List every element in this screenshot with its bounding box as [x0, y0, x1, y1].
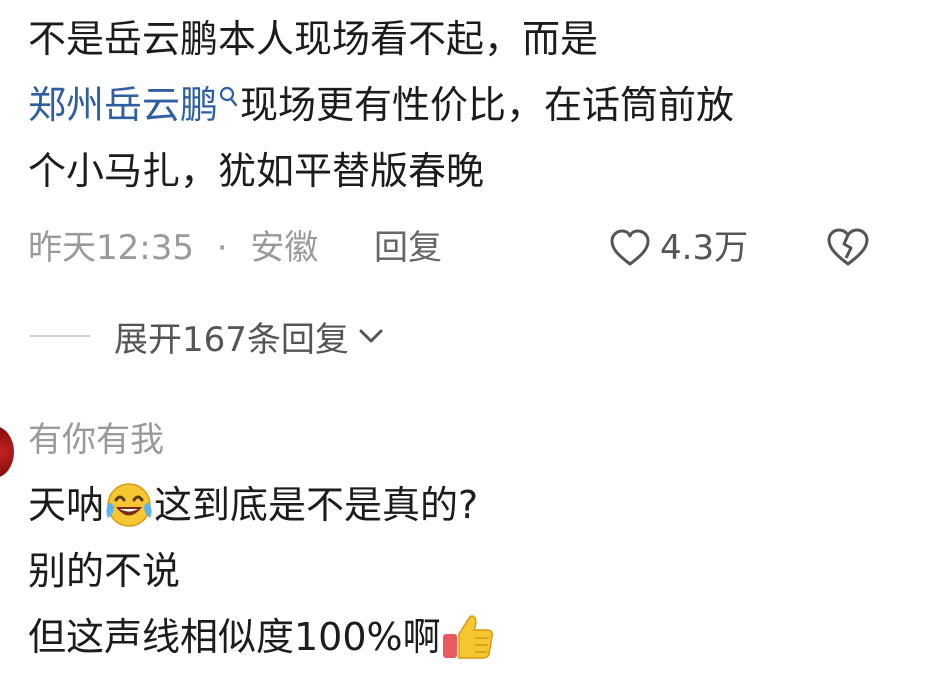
comment-line-2: 郑州岳云鹏 现场更有性价比，在话筒前放 [28, 72, 908, 138]
laughing-tears-emoji [106, 483, 152, 527]
reply-line-3-text: 但这声线相似度100%啊 [28, 615, 441, 659]
chevron-down-icon [359, 329, 383, 343]
expand-replies-button[interactable]: 展开167条回复 [30, 310, 385, 362]
search-mini-icon[interactable] [218, 86, 238, 108]
comment-line-1: 不是岳云鹏本人现场看不起，而是 [28, 17, 599, 61]
heart-outline-icon [610, 229, 650, 266]
comment-line-2-text: 现场更有性价比，在话筒前放 [240, 83, 735, 127]
broken-heart-icon [827, 228, 869, 266]
thumbs-up-emoji [442, 615, 493, 659]
dislike-button[interactable] [824, 226, 872, 283]
location: 安徽 [250, 228, 319, 268]
reply-button[interactable]: 回复 [374, 222, 442, 274]
reply-line-1: 天呐 这到底是不是真的? [28, 472, 908, 538]
timestamp: 昨天12:35 [28, 228, 194, 268]
reply-line-2: 别的不说 [28, 549, 181, 593]
like-count: 4.3万 [660, 228, 749, 268]
divider-line [30, 335, 90, 337]
comment-line-3: 个小马扎，犹如平替版春晚 [28, 149, 485, 193]
reply-username[interactable]: 有你有我 [28, 414, 164, 466]
avatar[interactable] [0, 426, 14, 478]
like-button[interactable]: 4.3万 [608, 222, 748, 274]
reply-line-3: 但这声线相似度100%啊 [28, 604, 908, 670]
reply-body: 天呐 这到底是不是真的? 别的不说 但这声线相似度100%啊 [28, 472, 908, 670]
reply-line-1-a: 天呐 [28, 483, 105, 527]
comment-meta: 昨天12:35 · 安徽 回复 4.3万 [28, 222, 898, 274]
expand-replies-label: 展开167条回复 [114, 319, 349, 360]
reply-line-1-b: 这到底是不是真的? [154, 483, 479, 527]
topic-link[interactable]: 郑州岳云鹏 [28, 83, 218, 127]
comment-body: 不是岳云鹏本人现场看不起，而是 郑州岳云鹏 现场更有性价比，在话筒前放 个小马扎，… [28, 6, 908, 204]
meta-separator: · [216, 228, 228, 268]
